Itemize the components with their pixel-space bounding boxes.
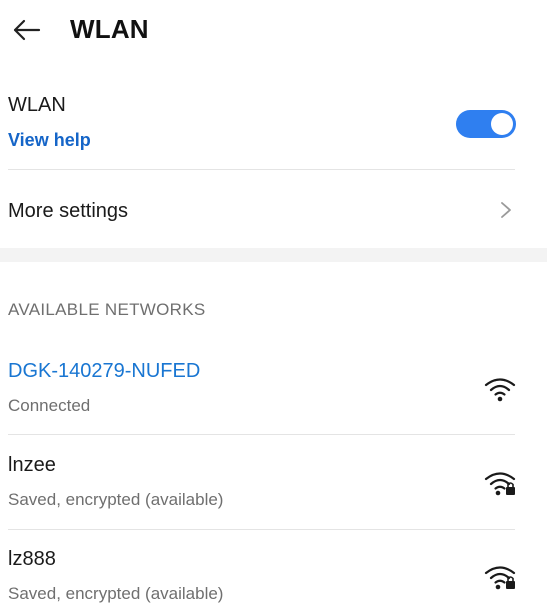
wifi-lock-icon <box>484 472 516 496</box>
divider <box>8 434 515 435</box>
network-status: Saved, encrypted (available) <box>8 584 224 603</box>
network-item[interactable]: lz888 Saved, encrypted (available) <box>0 538 547 608</box>
more-settings-row[interactable]: More settings <box>0 170 547 248</box>
network-status: Connected <box>8 396 91 415</box>
back-arrow-icon <box>13 19 41 41</box>
network-name: lnzee <box>8 454 56 476</box>
section-separator <box>0 248 547 262</box>
back-button[interactable] <box>6 10 46 50</box>
network-name: lz888 <box>8 548 56 570</box>
switch-knob <box>491 113 513 135</box>
more-settings-label: More settings <box>8 200 129 222</box>
network-item[interactable]: DGK-140279-NUFED Connected <box>0 350 547 434</box>
app-bar: WLAN <box>0 0 547 64</box>
divider <box>8 529 515 530</box>
network-name: DGK-140279-NUFED <box>8 360 201 382</box>
wifi-icon <box>484 378 516 402</box>
view-help-link[interactable]: View help <box>8 130 91 151</box>
available-networks-header: AVAILABLE NETWORKS <box>8 300 206 319</box>
wlan-label: WLAN <box>8 94 66 116</box>
network-status: Saved, encrypted (available) <box>8 490 224 509</box>
page-title: WLAN <box>70 14 149 44</box>
wifi-lock-icon <box>484 566 516 590</box>
network-item[interactable]: lnzee Saved, encrypted (available) <box>0 444 547 528</box>
wlan-switch[interactable] <box>456 110 516 138</box>
chevron-right-icon <box>501 202 511 218</box>
wlan-settings-screen: WLAN WLAN View help More settings AVAILA… <box>0 0 547 608</box>
